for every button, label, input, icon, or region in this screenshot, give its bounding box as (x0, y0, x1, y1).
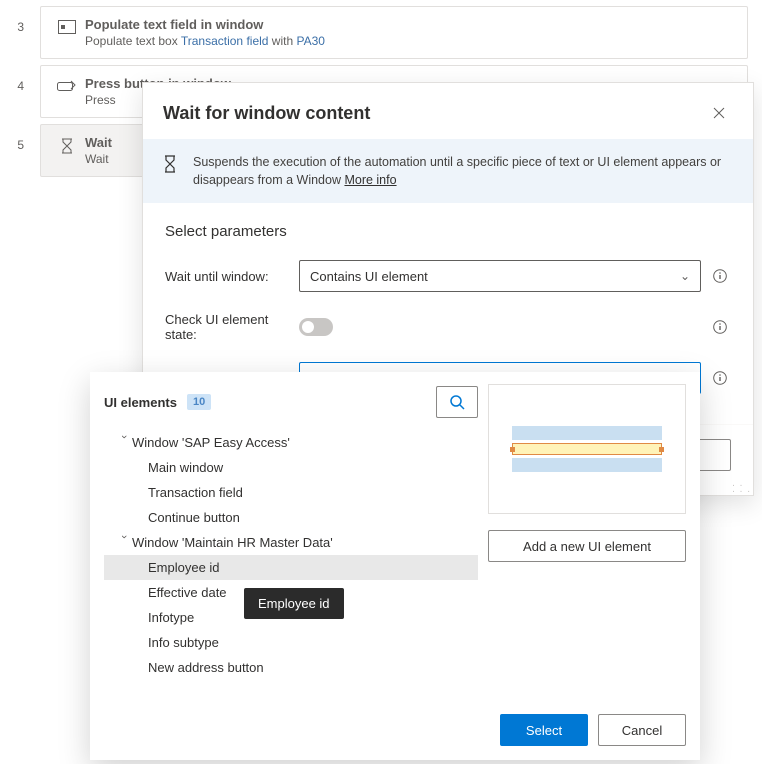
step-card[interactable]: Populate text field in window Populate t… (40, 6, 748, 59)
select-button[interactable]: Select (500, 714, 588, 746)
dialog-info-banner: Suspends the execution of the automation… (143, 139, 753, 203)
search-icon (449, 394, 465, 410)
info-icon[interactable] (709, 320, 731, 334)
chevron-down-icon: ⌄ (680, 269, 690, 283)
section-heading: Select parameters (165, 223, 731, 240)
cancel-button[interactable]: Cancel (598, 714, 686, 746)
search-button[interactable] (436, 386, 478, 418)
tree-group[interactable]: ›Window 'Maintain HR Master Data' (104, 530, 478, 555)
param-wait-until: Wait until window: Contains UI element ⌄ (165, 260, 731, 292)
tree-item[interactable]: Continue button (104, 505, 478, 530)
add-ui-element-button[interactable]: Add a new UI element (488, 530, 686, 562)
flow-step[interactable]: 3 Populate text field in window Populate… (0, 6, 748, 59)
info-icon[interactable] (709, 371, 731, 385)
element-preview (488, 384, 686, 514)
close-icon[interactable] (705, 99, 733, 127)
dialog-info-text: Suspends the execution of the automation… (193, 153, 733, 189)
step-number: 5 (0, 124, 40, 152)
chevron-down-icon: › (118, 535, 130, 551)
step-number: 3 (0, 6, 40, 34)
tooltip: Employee id (244, 588, 344, 619)
tree-item-selected[interactable]: Employee id (104, 555, 478, 580)
more-info-link[interactable]: More info (344, 173, 396, 187)
dialog-header: Wait for window content (143, 83, 753, 139)
tree-item[interactable]: New address button (104, 655, 478, 680)
info-icon[interactable] (709, 269, 731, 283)
picker-title: UI elements (104, 395, 177, 410)
hourglass-icon (53, 135, 81, 154)
param-label: Wait until window: (165, 269, 299, 284)
picker-footer: Select Cancel (500, 714, 686, 746)
step-subtitle: Populate text box Transaction field with… (85, 34, 735, 48)
picker-header: UI elements 10 (104, 386, 478, 418)
tree-item[interactable]: Info subtype (104, 630, 478, 655)
dialog-title: Wait for window content (163, 103, 705, 124)
tree-item[interactable]: Transaction field (104, 480, 478, 505)
step-number: 4 (0, 65, 40, 93)
textbox-icon (53, 17, 81, 34)
tree-group[interactable]: ›Window 'SAP Easy Access' (104, 430, 478, 455)
count-badge: 10 (187, 394, 211, 410)
step-title: Populate text field in window (85, 17, 735, 32)
ui-element-picker: UI elements 10 ›Window 'SAP Easy Access'… (90, 372, 700, 760)
wait-until-select[interactable]: Contains UI element ⌄ (299, 260, 701, 292)
param-label: Check UI element state: (165, 312, 299, 342)
chevron-down-icon: › (118, 435, 130, 451)
check-state-toggle[interactable] (299, 318, 333, 336)
button-press-icon (53, 76, 81, 93)
hourglass-icon (163, 153, 193, 189)
tree-item[interactable]: Main window (104, 455, 478, 480)
param-check-state: Check UI element state: (165, 312, 731, 342)
